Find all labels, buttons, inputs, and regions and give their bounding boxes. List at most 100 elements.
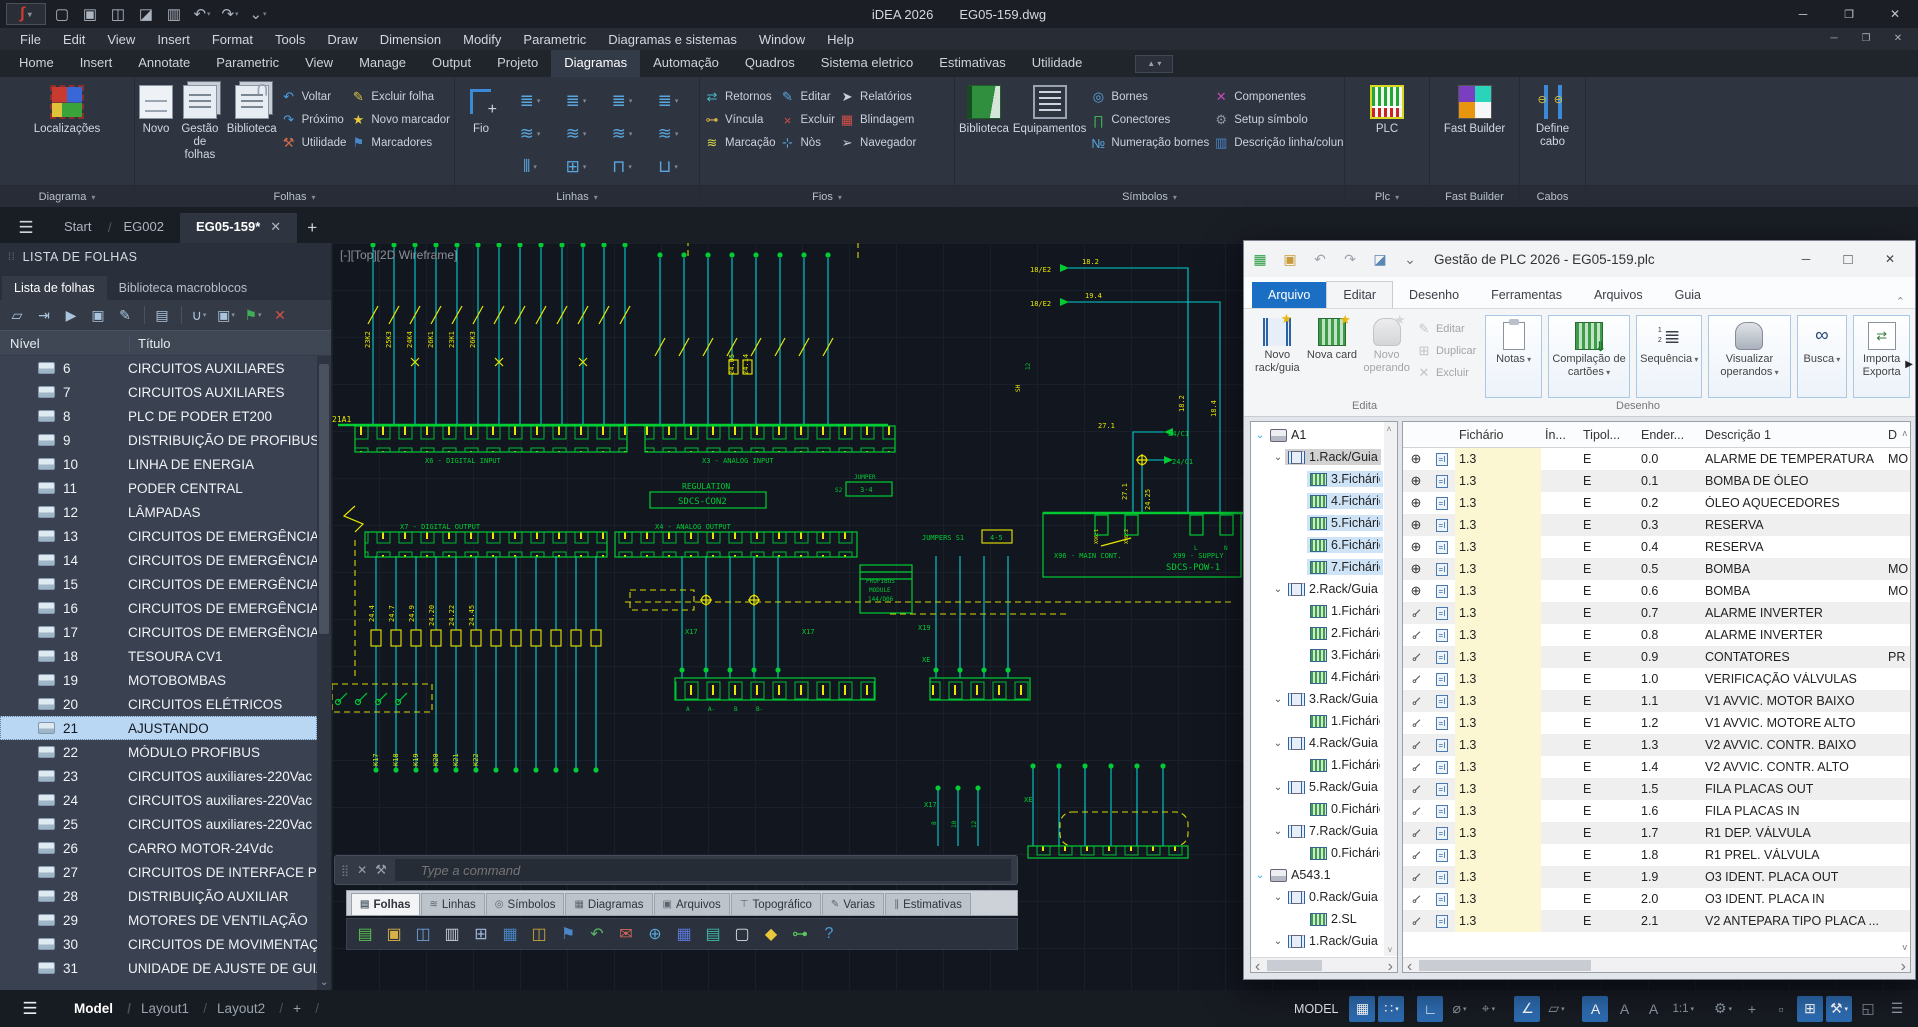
layout-tab[interactable]: +	[279, 1001, 315, 1016]
biblioteca-simbolos-button[interactable]: Biblioteca	[959, 81, 1009, 136]
plc-redo-icon[interactable]: ↷	[1338, 247, 1362, 271]
delete-sheet-icon[interactable]: ✕	[268, 303, 292, 327]
dock-tab[interactable]: ▣Arquivos	[654, 893, 730, 915]
doc-restore-button[interactable]	[1852, 28, 1880, 48]
object-snap-icon[interactable]: ⌖	[1475, 996, 1501, 1022]
tree-item[interactable]: 4.Fichário	[1253, 490, 1383, 512]
blindagem-button[interactable]: ▦Blindagem	[839, 112, 916, 128]
column-header-descricao[interactable]: Descrição 1	[1701, 428, 1884, 442]
copy-doc-icon[interactable]: ⊞	[469, 922, 493, 946]
layout-tab[interactable]: Layout1	[127, 1001, 203, 1016]
isolate-objects-icon[interactable]: ▫	[1768, 996, 1794, 1022]
ribbon-tab[interactable]: View	[292, 50, 346, 77]
app-logo-icon[interactable]: ∫	[6, 3, 46, 25]
menu-item[interactable]: Insert	[147, 30, 200, 49]
define-cabo-button[interactable]: Define cabo	[1525, 81, 1581, 149]
ribbon-tab[interactable]: Utilidade	[1019, 50, 1096, 77]
operand-row[interactable]: 1.3 E 1.9 O3 IDENT. PLACA OUT	[1403, 866, 1910, 888]
attach-icon[interactable]: ∪	[187, 303, 211, 327]
tree-item[interactable]: 1.Fichário	[1253, 754, 1383, 776]
redo-icon[interactable]: ↷	[218, 3, 242, 25]
statusbar-menu-left-icon[interactable]	[0, 999, 60, 1019]
group-label-fast-builder[interactable]: Fast Builder	[1430, 185, 1519, 207]
book-icon[interactable]: ▦	[498, 922, 522, 946]
operand-row[interactable]: 1.3 E 1.8 R1 PREL. VÁLVULA	[1403, 844, 1910, 866]
filetab-menu-icon[interactable]	[4, 213, 48, 243]
plc-app-icon[interactable]: ▦	[1248, 247, 1272, 271]
fast-builder-button[interactable]: Fast Builder	[1443, 81, 1507, 136]
ribbon-tab[interactable]: Automação	[640, 50, 732, 77]
undo-icon[interactable]: ↶	[190, 3, 214, 25]
new-tab-button[interactable]	[297, 213, 327, 243]
chevron-down-icon[interactable]	[1271, 584, 1285, 595]
panel-tab[interactable]: Lista de folhas	[2, 276, 107, 300]
operand-row[interactable]: 1.3 E 0.6 BOMBA MO	[1403, 580, 1910, 602]
ribbon-tab[interactable]: Estimativas	[926, 50, 1018, 77]
tree-item[interactable]: 1.Rack/Guia	[1253, 446, 1383, 468]
tree-vertical-scrollbar[interactable]	[1384, 422, 1397, 956]
menu-item[interactable]: Parametric	[513, 30, 596, 49]
column-header-nivel[interactable]: Nível	[0, 336, 130, 351]
fio-button[interactable]: Fio	[459, 81, 503, 136]
wire-route-icon[interactable]: ≋	[645, 117, 691, 150]
plc-ribbon-overflow-icon[interactable]: ▶	[1905, 359, 1913, 370]
componentes-button[interactable]: ✕Componentes	[1213, 89, 1344, 105]
panel-title[interactable]: LISTA DE FOLHAS	[0, 243, 331, 271]
viewport-label[interactable]: [-][Top][2D Wireframe]	[340, 248, 457, 262]
plc-maximize-button[interactable]	[1827, 244, 1869, 274]
save-icon[interactable]: ◫	[106, 3, 130, 25]
diamond-icon[interactable]: ◆	[759, 922, 783, 946]
operand-row[interactable]: 1.3 E 0.5 BOMBA MO	[1403, 558, 1910, 580]
qat-customize-icon[interactable]: ⌄	[246, 3, 270, 25]
marcacao-button[interactable]: ≋Marcação	[704, 135, 776, 151]
tree-item[interactable]: 0.Fichário	[1253, 842, 1383, 864]
tree-item[interactable]: 5.Rack/Guia	[1253, 776, 1383, 798]
sheet-row[interactable]: 18 TESOURA CV1	[0, 644, 317, 668]
marcadores-button[interactable]: ⚑Marcadores	[350, 135, 450, 151]
tree-item[interactable]: 3.Rack/Guia	[1253, 688, 1383, 710]
sheet-row[interactable]: 10 LINHA DE ENERGIA	[0, 452, 317, 476]
sheet-row[interactable]: 7 CIRCUITOS AUXILIARES	[0, 380, 317, 404]
wire-marked-icon[interactable]: ≣	[599, 84, 645, 117]
app-maximize-button[interactable]	[1826, 0, 1872, 28]
tree-item[interactable]: 0.Rack/Guia	[1253, 886, 1383, 908]
conectores-button[interactable]: ∏Conectores	[1090, 112, 1209, 128]
sheet-row[interactable]: 16 CIRCUITOS DE EMERGÊNCIA	[0, 596, 317, 620]
tree-item[interactable]: 7.Fichário	[1253, 556, 1383, 578]
copy-sheet-icon[interactable]: ▣	[86, 303, 110, 327]
plc-editar-button[interactable]: ✎Editar	[1416, 321, 1476, 337]
gestao-de-folhas-button[interactable]: Gestão de folhas	[177, 81, 223, 163]
operand-row[interactable]: 1.3 E 0.9 CONTATORES PR	[1403, 646, 1910, 668]
polar-tracking-icon[interactable]: ⌀	[1446, 996, 1472, 1022]
sheet-row[interactable]: 23 CIRCUITOS auxiliares-220Vac	[0, 764, 317, 788]
operand-row[interactable]: 1.3 E 1.6 FILA PLACAS IN	[1403, 800, 1910, 822]
plc-tab[interactable]: Arquivo	[1252, 282, 1326, 308]
duplicate-sheet-icon[interactable]: ▣	[214, 303, 238, 327]
plc-tab[interactable]: Arquivos	[1578, 282, 1659, 308]
plc-excluir-button[interactable]: ✕Excluir	[1416, 365, 1476, 381]
ribbon-collapse-button[interactable]: ▲ ▾	[1135, 55, 1173, 73]
wire-list-icon[interactable]: ≣	[645, 84, 691, 117]
descricao-linha-coluna-button[interactable]: ▥Descrição linha/coluna	[1213, 135, 1344, 151]
table-scroll-down-icon[interactable]: v	[1903, 942, 1908, 952]
busca-button[interactable]: ∞ Busca	[1797, 315, 1848, 398]
undo-strip-icon[interactable]: ↶	[585, 922, 609, 946]
operand-row[interactable]: 1.3 E 0.0 ALARME DE TEMPERATURA MO	[1403, 448, 1910, 470]
operand-row[interactable]: 1.3 E 0.3 RESERVA	[1403, 514, 1910, 536]
chevron-down-icon[interactable]	[1271, 452, 1285, 463]
biblioteca-folhas-button[interactable]: Biblioteca	[227, 81, 277, 136]
column-header-descricao2[interactable]: D	[1884, 428, 1910, 442]
sheet-row[interactable]: 22 MÓDULO PROFIBUS	[0, 740, 317, 764]
sheet-row[interactable]: 31 UNIDADE DE AJUSTE DE GUIA	[0, 956, 317, 980]
ribbon-tab[interactable]: Output	[419, 50, 484, 77]
scrollbar-thumb[interactable]	[319, 364, 329, 634]
table-horizontal-scrollbar[interactable]	[1403, 957, 1910, 972]
wire-pair-icon[interactable]: ⊞	[553, 150, 599, 183]
grid-view-icon[interactable]: ▦	[672, 922, 696, 946]
editar-fio-button[interactable]: ✎Editar	[780, 89, 836, 105]
dock-tab[interactable]: ∥Estimativas	[885, 893, 971, 915]
tree-item[interactable]: 7.Rack/Guia	[1253, 820, 1383, 842]
operand-row[interactable]: 1.3 E 1.3 V2 AVVIC. CONTR. BAIXO	[1403, 734, 1910, 756]
chevron-down-icon[interactable]	[1271, 826, 1285, 837]
plc-ribbon-collapse-icon[interactable]: ⌃	[1896, 295, 1905, 308]
